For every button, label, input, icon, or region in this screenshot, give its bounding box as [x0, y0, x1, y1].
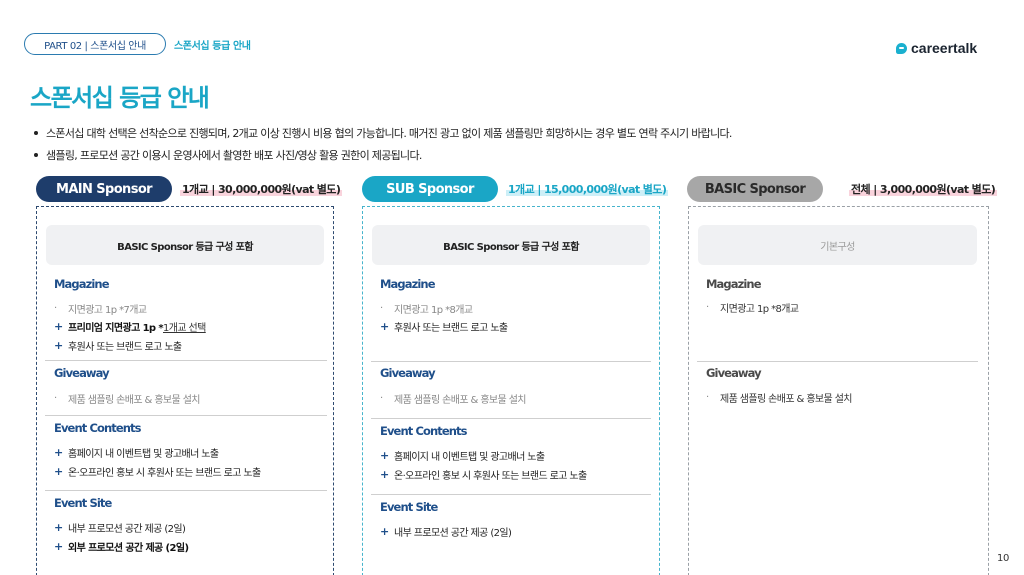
list-item: + 홈페이지 내 이벤트탭 및 광고배너 노출: [54, 446, 219, 460]
list-item: + 후원사 또는 브랜드 로고 노출: [380, 320, 508, 334]
include-box: 기본구성: [698, 225, 977, 265]
include-box: BASIC Sponsor 등급 구성 포함: [372, 225, 650, 265]
list-item: + 프리미엄 지면광고 1p * 1개교 선택: [54, 320, 206, 334]
list-item: + 후원사 또는 브랜드 로고 노출: [54, 339, 182, 353]
list-item: · 지면광고 1p *7개교: [54, 303, 147, 316]
section-giveaway: Giveaway: [54, 366, 110, 380]
section-event-site: Event Site: [380, 500, 438, 514]
list-item: + 내부 프로모션 공간 제공 (2일): [54, 521, 186, 535]
list-item: + 홈페이지 내 이벤트탭 및 광고배너 노출: [380, 449, 545, 463]
basic-sponsor-pill: BASIC Sponsor: [687, 176, 823, 202]
notice-item: 스폰서십 대학 선택은 선착순으로 진행되며, 2개교 이상 진행시 비용 협의…: [34, 122, 732, 144]
section-event-site: Event Site: [54, 496, 112, 510]
include-box: BASIC Sponsor 등급 구성 포함: [46, 225, 324, 265]
page-title: 스폰서십 등급 안내: [30, 84, 210, 112]
divider: [697, 361, 978, 362]
breadcrumb-current: 스폰서십 등급 안내: [174, 40, 251, 52]
breadcrumb-part-pill[interactable]: PART 02 | 스폰서십 안내: [24, 33, 166, 55]
list-item: + 내부 프로모션 공간 제공 (2일): [380, 525, 512, 539]
divider: [371, 418, 651, 419]
logo-text: careertalk: [911, 40, 978, 56]
list-item: · 지면광고 1p *8개교: [380, 303, 473, 316]
section-giveaway: Giveaway: [380, 366, 436, 380]
notice-list: 스폰서십 대학 선택은 선착순으로 진행되며, 2개교 이상 진행시 비용 협의…: [34, 122, 732, 166]
page-number: 10: [997, 553, 1009, 564]
section-magazine: Magazine: [706, 277, 762, 291]
main-sponsor-pill: MAIN Sponsor: [36, 176, 172, 202]
section-giveaway: Giveaway: [706, 366, 762, 380]
basic-sponsor-card: 기본구성 Magazine · 지면광고 1p *8개교 Giveaway · 제품…: [688, 206, 989, 575]
divider: [371, 361, 651, 362]
sub-sponsor-price: 1개교 | 15,000,000원(vat 별도): [506, 183, 669, 196]
list-item: + 온·오프라인 홍보 시 후원사 또는 브랜드 로고 노출: [380, 468, 587, 482]
sub-sponsor-pill: SUB Sponsor: [362, 176, 498, 202]
divider: [45, 415, 327, 416]
chat-bubble-icon: [896, 42, 907, 54]
list-item: · 지면광고 1p *8개교: [706, 302, 799, 315]
careertalk-logo: careertalk: [896, 40, 977, 56]
list-item: · 제품 샘플링 손배포 & 홍보물 설치: [380, 393, 527, 406]
list-item: · 제품 샘플링 손배포 & 홍보물 설치: [706, 392, 853, 405]
divider: [45, 360, 327, 361]
section-event-contents: Event Contents: [380, 424, 467, 438]
section-magazine: Magazine: [54, 277, 110, 291]
section-event-contents: Event Contents: [54, 421, 141, 435]
divider: [371, 494, 651, 495]
list-item: + 외부 프로모션 공간 제공 (2일): [54, 540, 189, 554]
list-item: · 제품 샘플링 손배포 & 홍보물 설치: [54, 393, 201, 406]
list-item: + 온·오프라인 홍보 시 후원사 또는 브랜드 로고 노출: [54, 465, 261, 479]
main-sponsor-card: BASIC Sponsor 등급 구성 포함 Magazine · 지면광고 1p…: [36, 206, 334, 575]
tier-header-main: MAIN Sponsor 1개교 | 30,000,000원(vat 별도): [36, 176, 343, 202]
tier-header-basic: BASIC Sponsor 전체 | 3,000,000원(vat 별도): [687, 176, 998, 202]
basic-sponsor-price: 전체 | 3,000,000원(vat 별도): [849, 183, 998, 196]
notice-item: 샘플링, 프로모션 공간 이용시 운영사에서 촬영한 배포 사진/영상 활용 권…: [34, 144, 732, 166]
divider: [45, 490, 327, 491]
main-sponsor-price: 1개교 | 30,000,000원(vat 별도): [180, 183, 343, 196]
sub-sponsor-card: BASIC Sponsor 등급 구성 포함 Magazine · 지면광고 1p…: [362, 206, 660, 575]
section-magazine: Magazine: [380, 277, 436, 291]
tier-header-sub: SUB Sponsor 1개교 | 15,000,000원(vat 별도): [362, 176, 669, 202]
breadcrumb: PART 02 | 스폰서십 안내 스폰서십 등급 안내: [24, 33, 251, 55]
